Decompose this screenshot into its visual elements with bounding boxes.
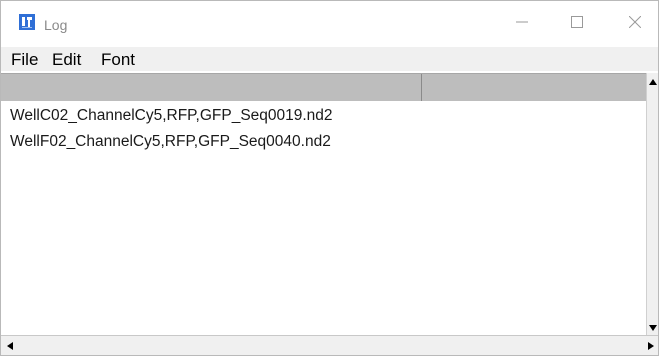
arrow-left-icon <box>7 337 13 355</box>
menu-edit[interactable]: Edit <box>52 50 81 70</box>
minimize-icon <box>516 15 528 33</box>
column-header-1[interactable] <box>1 74 422 101</box>
arrow-up-icon <box>649 72 657 90</box>
menu-bar: File Edit Font <box>1 47 658 71</box>
maximize-button[interactable] <box>554 1 600 47</box>
scroll-left-button[interactable] <box>1 336 19 355</box>
window-title: Log <box>44 17 68 33</box>
vertical-scrollbar[interactable] <box>646 72 658 336</box>
log-line[interactable]: WellF02_ChannelCy5,RFP,GFP_Seq0040.nd2 <box>10 133 331 151</box>
menu-font[interactable]: Font <box>101 50 135 70</box>
log-window: Log File Edit Font WellC02_ChannelCy5,RF… <box>0 0 659 356</box>
horizontal-scrollbar[interactable] <box>1 335 658 355</box>
minimize-button[interactable] <box>499 1 545 47</box>
menu-file[interactable]: File <box>11 50 38 70</box>
table-header <box>1 73 646 102</box>
column-header-2[interactable] <box>422 74 646 101</box>
scroll-up-button[interactable] <box>647 72 658 90</box>
arrow-right-icon <box>648 337 654 355</box>
scroll-down-button[interactable] <box>647 318 658 336</box>
log-text-area[interactable]: WellC02_ChannelCy5,RFP,GFP_Seq0019.nd2 W… <box>1 101 646 333</box>
imagej-icon <box>19 14 35 30</box>
close-icon <box>628 15 642 33</box>
title-bar[interactable]: Log <box>1 1 658 47</box>
maximize-icon <box>571 15 583 33</box>
log-line[interactable]: WellC02_ChannelCy5,RFP,GFP_Seq0019.nd2 <box>10 107 333 125</box>
close-button[interactable] <box>612 1 658 47</box>
scroll-right-button[interactable] <box>644 336 658 355</box>
arrow-down-icon <box>649 318 657 336</box>
